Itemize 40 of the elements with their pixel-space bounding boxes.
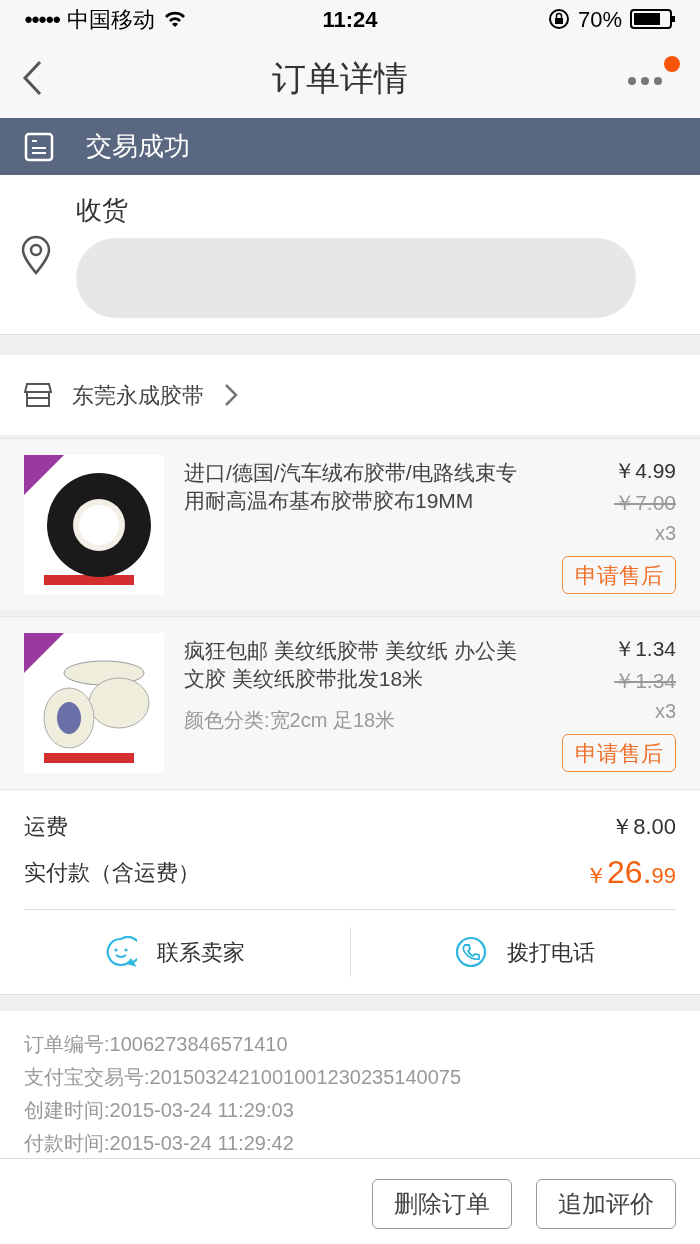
- signal-strength: ●●●●●: [24, 8, 60, 29]
- quantity: x3: [654, 699, 676, 724]
- product-title: 进口/德国/汽车绒布胶带/电路线束专用耐高温布基布胶带胶布19MM: [184, 460, 518, 514]
- order-info-line: 支付宝交易号:2015032421001001230235140075: [24, 1065, 462, 1090]
- original-price: ￥7.00: [614, 489, 676, 516]
- chat-icon: [104, 936, 137, 968]
- price: ￥4.99: [614, 458, 676, 484]
- fee-label: 运费: [24, 812, 68, 841]
- phone-icon: [455, 936, 488, 968]
- wifi-icon: [163, 10, 188, 28]
- quantity: x3: [654, 521, 676, 546]
- chevron-left-icon: [20, 58, 44, 98]
- footer-button[interactable]: 追加评价: [536, 1179, 676, 1229]
- page-title: 订单详情: [271, 57, 409, 99]
- original-price: ￥1.34: [614, 667, 676, 694]
- battery-percentage: 70%: [577, 5, 622, 34]
- product-title: 疯狂包邮 美纹纸胶带 美纹纸 办公美文胶 美纹纸胶带批发18米: [184, 638, 518, 692]
- chevron-right-icon: [224, 383, 238, 407]
- order-status: 交易成功: [86, 130, 190, 163]
- shop-link[interactable]: 东莞永成胶带: [0, 355, 700, 435]
- total-amount: ￥26.99: [585, 853, 676, 892]
- address-label: 收货: [76, 194, 129, 227]
- receipt-icon: [24, 131, 54, 162]
- order-info-line: 订单编号:1006273846571410: [24, 1032, 289, 1057]
- battery-icon: [630, 9, 676, 29]
- price: ￥1.34: [614, 636, 676, 662]
- store-icon: [24, 382, 52, 408]
- call-button[interactable]: 拨打电话: [350, 935, 700, 969]
- product-variant: 颜色分类:宽2cm 足18米: [184, 708, 397, 733]
- carrier-name: 中国移动: [67, 5, 156, 34]
- footer-button[interactable]: 删除订单: [372, 1179, 512, 1229]
- fee-amount: ￥8.00: [611, 812, 676, 841]
- location-pin-icon: [20, 234, 52, 275]
- clock: 11:24: [321, 5, 379, 34]
- contact-seller-button[interactable]: 联系卖家: [0, 935, 350, 969]
- order-info-line: 付款时间:2015-03-24 11:29:42: [24, 1131, 295, 1156]
- order-info-line: 创建时间:2015-03-24 11:29:03: [24, 1098, 295, 1123]
- fee-label: 实付款（含运费）: [24, 858, 200, 887]
- more-icon: [628, 77, 662, 85]
- rotation-lock-icon: [547, 8, 570, 30]
